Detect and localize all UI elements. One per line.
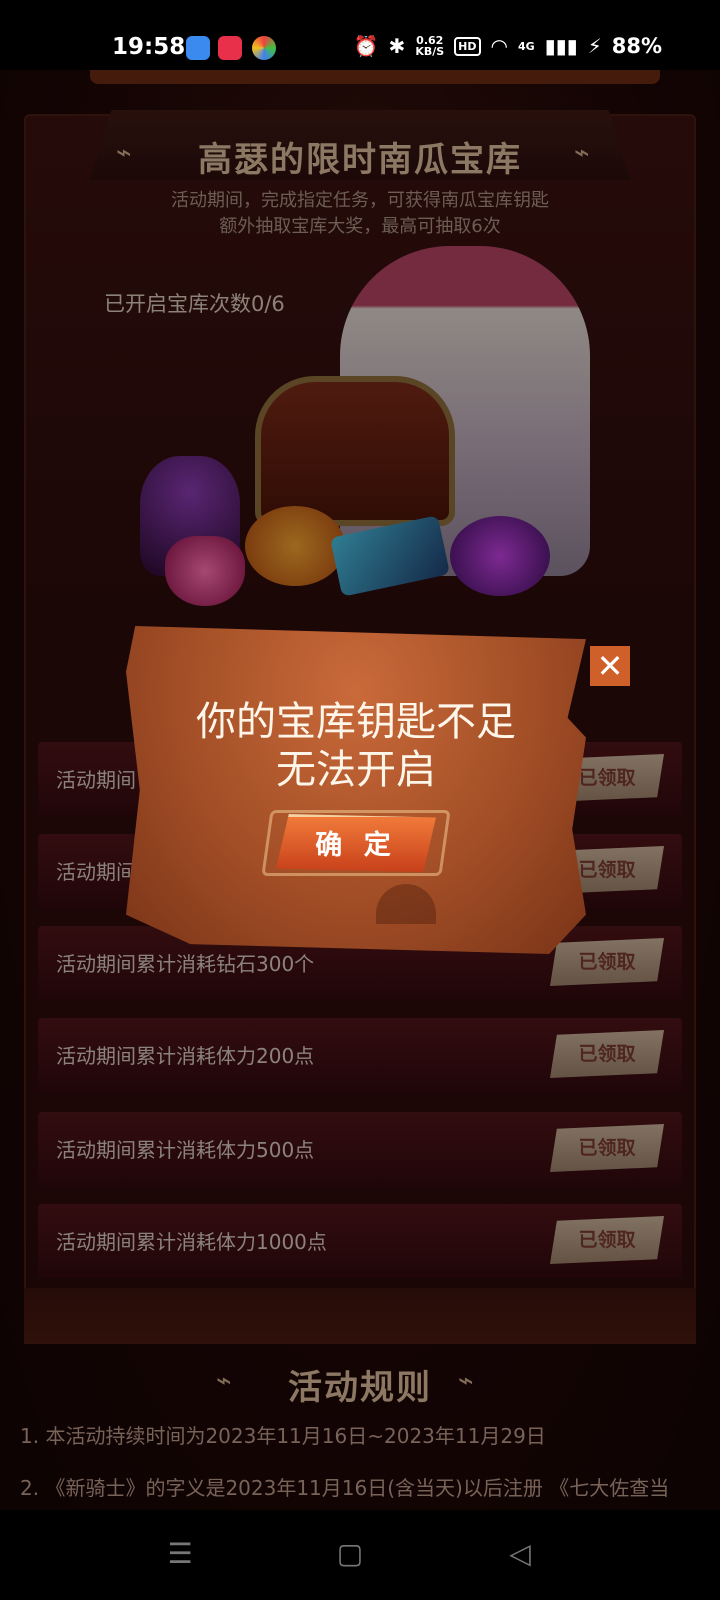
home-icon[interactable]: ▢ [330, 1534, 370, 1574]
confirm-button[interactable]: 确 定 [276, 814, 436, 872]
status-time: 19:58 [112, 34, 186, 60]
menu-icon[interactable]: ☰ [160, 1534, 200, 1574]
wifi-icon: ◠ [490, 34, 508, 58]
charging-icon: ⚡ [587, 34, 602, 58]
video-app-icon [218, 36, 242, 60]
insufficient-key-dialog: 你的宝库钥匙不足 无法开启 确 定 [126, 626, 586, 954]
hd-badge: HD [454, 36, 481, 56]
graveyard-decor [376, 884, 436, 924]
bluetooth-icon: ✱ [388, 34, 406, 58]
network-type: 4G [517, 39, 535, 53]
battery-level: 88% [611, 34, 662, 58]
system-nav-bar: ☰ ▢ ◁ [0, 1510, 720, 1600]
network-speed-unit: KB/S [415, 45, 445, 58]
network-speed: 0.62 KB/S [415, 35, 444, 57]
dialog-message: 你的宝库钥匙不足 无法开启 [126, 698, 586, 794]
close-icon[interactable]: ✕ [590, 646, 630, 686]
browser-app-icon [252, 36, 276, 60]
dialog-message-line-1: 你的宝库钥匙不足 [196, 699, 516, 745]
status-indicators: ⏰ ✱ 0.62 KB/S HD ◠ 4G ▮▮▮ ⚡ 88% [354, 34, 662, 58]
signal-icon: ▮▮▮ [544, 34, 578, 58]
back-icon[interactable]: ◁ [500, 1534, 540, 1574]
app-notification-icon [186, 36, 210, 60]
alarm-icon: ⏰ [353, 34, 379, 58]
dialog-message-line-2: 无法开启 [276, 747, 436, 793]
